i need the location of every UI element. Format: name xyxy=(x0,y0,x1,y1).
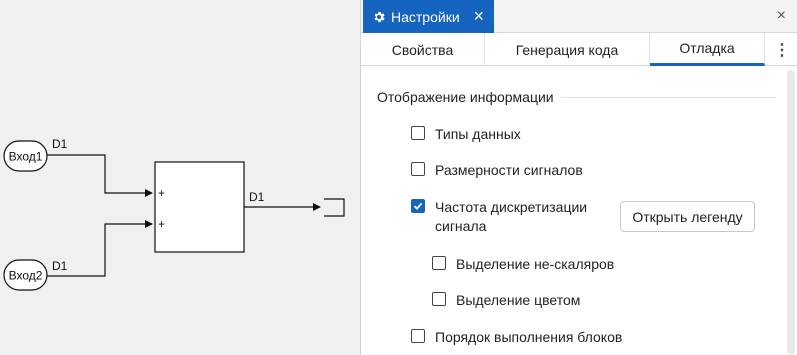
tab-debug[interactable]: Отладка xyxy=(650,33,765,66)
gear-icon xyxy=(374,11,385,22)
close-tab-icon[interactable]: × xyxy=(473,7,484,25)
input-1-signal-label: D1 xyxy=(52,137,68,151)
checkbox-execution-order[interactable] xyxy=(411,329,425,343)
option-color-highlight[interactable]: Выделение цветом xyxy=(432,291,580,310)
option-signal-dimensions[interactable]: Размерности сигналов xyxy=(411,161,583,180)
tab-properties[interactable]: Свойства xyxy=(361,33,485,66)
vertical-scrollbar[interactable] xyxy=(787,70,795,355)
checkbox-color-highlight[interactable] xyxy=(432,292,446,306)
sum-port-2-sign: + xyxy=(158,217,165,231)
input-2-label: Вход2 xyxy=(9,269,43,283)
input-block-1[interactable]: Вход1 xyxy=(3,140,48,172)
tab-code-generation-label: Генерация кода xyxy=(515,41,619,58)
section-divider xyxy=(561,97,776,98)
option-nonscalar-highlight-label: Выделение не-скаляров xyxy=(456,256,615,272)
debug-settings-content: Отображение информации Типы данных Разме… xyxy=(361,66,786,355)
input-2-signal-label: D1 xyxy=(52,259,68,273)
option-nonscalar-highlight[interactable]: Выделение не-скаляров xyxy=(432,255,614,274)
checkbox-nonscalar-highlight[interactable] xyxy=(432,256,446,270)
tab-code-generation[interactable]: Генерация кода xyxy=(485,33,650,66)
option-signal-dimensions-label: Размерности сигналов xyxy=(435,162,583,178)
output-signal-label: D1 xyxy=(249,190,265,204)
option-sample-rate[interactable]: Частота дискретизации сигнала xyxy=(411,198,615,236)
check-icon xyxy=(413,202,423,210)
settings-tabs: Свойства Генерация кода Отладка ⋮ xyxy=(361,33,797,66)
panel-title: Настройки xyxy=(391,8,460,25)
input-block-2[interactable]: Вход2 xyxy=(3,259,48,291)
panel-title-bar: Настройки × × xyxy=(361,0,797,33)
output-terminator[interactable] xyxy=(324,198,345,217)
checkbox-signal-dimensions[interactable] xyxy=(411,162,425,176)
option-execution-order-label: Порядок выполнения блоков xyxy=(435,329,623,345)
checkbox-sample-rate[interactable] xyxy=(411,199,425,213)
more-options-icon[interactable]: ⋮ xyxy=(766,33,797,66)
tab-debug-label: Отладка xyxy=(679,40,735,56)
section-title: Отображение информации xyxy=(377,89,554,105)
model-canvas[interactable]: Вход1 D1 Вход2 D1 + + D1 xyxy=(0,0,360,355)
tab-properties-label: Свойства xyxy=(391,41,454,58)
option-color-highlight-label: Выделение цветом xyxy=(456,292,581,308)
option-data-types-label: Типы данных xyxy=(435,126,521,142)
sum-block[interactable]: + + xyxy=(154,161,245,253)
checkbox-data-types[interactable] xyxy=(411,126,425,140)
option-execution-order[interactable]: Порядок выполнения блоков xyxy=(411,328,622,347)
settings-panel: Настройки × × Свойства Генерация кода От… xyxy=(360,0,797,355)
block-diagram: Вход1 D1 Вход2 D1 + + D1 xyxy=(3,137,345,291)
signal-line-1[interactable] xyxy=(47,154,153,197)
settings-panel-tab[interactable]: Настройки × xyxy=(363,0,494,33)
close-panel-icon[interactable]: × xyxy=(777,8,786,24)
option-data-types[interactable]: Типы данных xyxy=(411,125,521,144)
open-legend-button[interactable]: Открыть легенду xyxy=(620,201,755,232)
sum-port-1-sign: + xyxy=(158,186,165,200)
input-1-label: Вход1 xyxy=(9,150,43,164)
option-sample-rate-label: Частота дискретизации сигнала xyxy=(435,199,588,234)
